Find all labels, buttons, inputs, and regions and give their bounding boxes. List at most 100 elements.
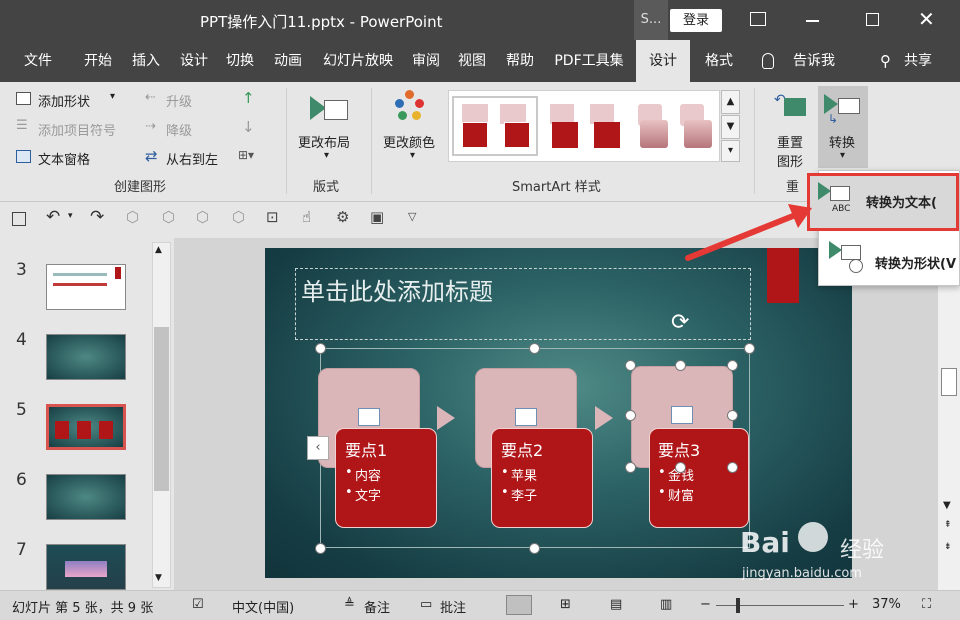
- tell-me-box[interactable]: 告诉我: [786, 40, 842, 82]
- zoom-slider-thumb[interactable]: [736, 598, 740, 613]
- change-layout-button[interactable]: 更改布局: [298, 132, 350, 151]
- redo-icon[interactable]: ↷: [90, 207, 104, 227]
- chevron-down-icon[interactable]: ▾: [324, 150, 329, 161]
- convert-to-text-icon: ABC: [818, 182, 852, 218]
- gallery-scroll-down-icon[interactable]: ▼: [721, 115, 740, 139]
- layout-options-icon[interactable]: ⊞▾: [238, 148, 254, 162]
- add-shape-button[interactable]: 添加形状: [38, 91, 90, 110]
- slide-thumbnail[interactable]: [46, 334, 126, 380]
- tab-animations[interactable]: 动画: [264, 40, 312, 82]
- ribbon-display-icon[interactable]: [750, 12, 766, 26]
- close-icon[interactable]: ✕: [918, 7, 935, 31]
- change-colors-button[interactable]: 更改颜色: [383, 132, 435, 151]
- bullet-text: 苹果: [511, 469, 538, 484]
- resize-handle[interactable]: [675, 360, 686, 371]
- touch-icon[interactable]: ☝: [302, 208, 311, 226]
- tab-help[interactable]: 帮助: [496, 40, 544, 82]
- tab-slideshow[interactable]: 幻灯片放映: [312, 40, 404, 82]
- text-box[interactable]: 要点2 • 苹果 • 李子: [491, 428, 593, 528]
- gallery-scroll-up-icon[interactable]: ▲: [721, 90, 740, 114]
- convert-to-shapes-label: 转换为形状(V: [875, 257, 957, 272]
- right-to-left-button[interactable]: 从右到左: [166, 149, 218, 168]
- tab-file[interactable]: 文件: [14, 40, 62, 82]
- frame-star-icon[interactable]: ⊡: [266, 208, 279, 226]
- resize-handle[interactable]: [744, 343, 755, 354]
- demote-button[interactable]: 降级: [166, 120, 192, 139]
- slide-thumbnail[interactable]: [46, 474, 126, 520]
- tab-format[interactable]: 格式: [692, 40, 746, 82]
- baidu-watermark: Bai 经验 jingyan.baidu.com: [740, 518, 940, 588]
- resize-handle[interactable]: [727, 410, 738, 421]
- normal-view-icon[interactable]: [506, 595, 532, 615]
- zoom-out-icon[interactable]: −: [700, 597, 711, 612]
- account-search[interactable]: S...: [634, 0, 668, 40]
- undo-icon[interactable]: ↶: [46, 207, 60, 227]
- resize-handle[interactable]: [625, 410, 636, 421]
- promote-button[interactable]: 升级: [166, 91, 192, 110]
- resize-handle[interactable]: [727, 462, 738, 473]
- resize-handle[interactable]: [315, 543, 326, 554]
- chevron-down-icon[interactable]: ▾: [68, 211, 73, 221]
- tab-insert[interactable]: 插入: [122, 40, 170, 82]
- gallery-more-icon[interactable]: ▾: [721, 140, 740, 162]
- slide-thumbnail[interactable]: [46, 544, 126, 590]
- shape-icon[interactable]: ⬡: [162, 208, 175, 226]
- login-button[interactable]: 登录: [670, 9, 722, 32]
- present-icon[interactable]: ▣: [370, 208, 384, 226]
- slide-thumbnail[interactable]: [46, 264, 126, 310]
- settings-icon[interactable]: ⚙: [336, 208, 349, 226]
- rotate-handle-icon[interactable]: ⟳: [671, 310, 689, 335]
- resize-handle[interactable]: [315, 343, 326, 354]
- maximize-icon[interactable]: [866, 13, 879, 26]
- tab-transitions[interactable]: 切换: [216, 40, 264, 82]
- spellcheck-icon[interactable]: ☑: [192, 597, 204, 612]
- save-icon[interactable]: [8, 8, 32, 32]
- minimize-icon[interactable]: [806, 20, 819, 22]
- customize-icon[interactable]: ▽: [408, 210, 416, 223]
- move-down-icon[interactable]: ↓: [242, 118, 255, 136]
- shape-settings-icon[interactable]: ⬡: [232, 208, 245, 226]
- reset-graphic-button[interactable]: 重置: [777, 132, 803, 151]
- notes-button[interactable]: 备注: [364, 597, 390, 616]
- zoom-in-icon[interactable]: +: [848, 597, 859, 612]
- slideshow-icon[interactable]: ▥: [660, 597, 672, 612]
- reading-view-icon[interactable]: ▤: [610, 597, 622, 612]
- tab-smartart-design[interactable]: 设计: [636, 40, 690, 82]
- resize-handle[interactable]: [625, 462, 636, 473]
- text-pane-toggle-icon[interactable]: ‹: [307, 436, 329, 460]
- resize-handle[interactable]: [625, 360, 636, 371]
- text-pane-button[interactable]: 文本窗格: [38, 149, 90, 168]
- status-bar: 幻灯片 第 5 张，共 9 张 ☑ 中文(中国) ≜ 备注 ▭ 批注 ⊞ ▤ ▥…: [0, 590, 960, 620]
- resize-handle[interactable]: [727, 360, 738, 371]
- comments-button[interactable]: 批注: [440, 597, 466, 616]
- slide-title: 单击此处添加标题: [301, 278, 493, 306]
- tab-pdf-tools[interactable]: PDF工具集: [544, 40, 634, 82]
- tab-review[interactable]: 审阅: [402, 40, 450, 82]
- language-indicator[interactable]: 中文(中国): [232, 597, 294, 616]
- slide-sorter-icon[interactable]: ⊞: [560, 597, 571, 612]
- resize-handle[interactable]: [529, 343, 540, 354]
- convert-to-shapes-icon: [829, 239, 863, 275]
- text-box[interactable]: 要点3 • 金钱 • 财富: [649, 428, 749, 528]
- chevron-down-icon[interactable]: ▾: [110, 91, 115, 102]
- menu-item-convert-to-shapes[interactable]: 转换为形状(V: [819, 237, 959, 283]
- tab-design[interactable]: 设计: [170, 40, 218, 82]
- slide-thumbnail-selected[interactable]: [46, 404, 126, 450]
- chevron-down-icon[interactable]: ▾: [410, 150, 415, 161]
- move-up-icon[interactable]: ↑: [242, 89, 255, 107]
- tab-view[interactable]: 视图: [448, 40, 496, 82]
- thumbnail-scrollbar[interactable]: ▲ ▼: [152, 242, 171, 588]
- tab-home[interactable]: 开始: [74, 40, 122, 82]
- share-button[interactable]: 共享: [898, 40, 938, 82]
- menu-item-convert-to-text[interactable]: ABC 转换为文本(: [807, 173, 959, 231]
- resize-handle[interactable]: [675, 462, 686, 473]
- text-box[interactable]: 要点1 • 内容 • 文字: [335, 428, 437, 528]
- slide-scrollbar[interactable]: ▼ ⇞ ⇟: [938, 238, 960, 590]
- zoom-level[interactable]: 37%: [872, 597, 901, 612]
- shape-icon[interactable]: ⬡: [196, 208, 209, 226]
- add-bullet-button[interactable]: 添加项目符号: [38, 120, 116, 139]
- fit-slide-icon[interactable]: ⛶: [922, 597, 931, 612]
- save-icon[interactable]: [12, 212, 26, 226]
- shape-icon[interactable]: ⬡: [126, 208, 139, 226]
- resize-handle[interactable]: [529, 543, 540, 554]
